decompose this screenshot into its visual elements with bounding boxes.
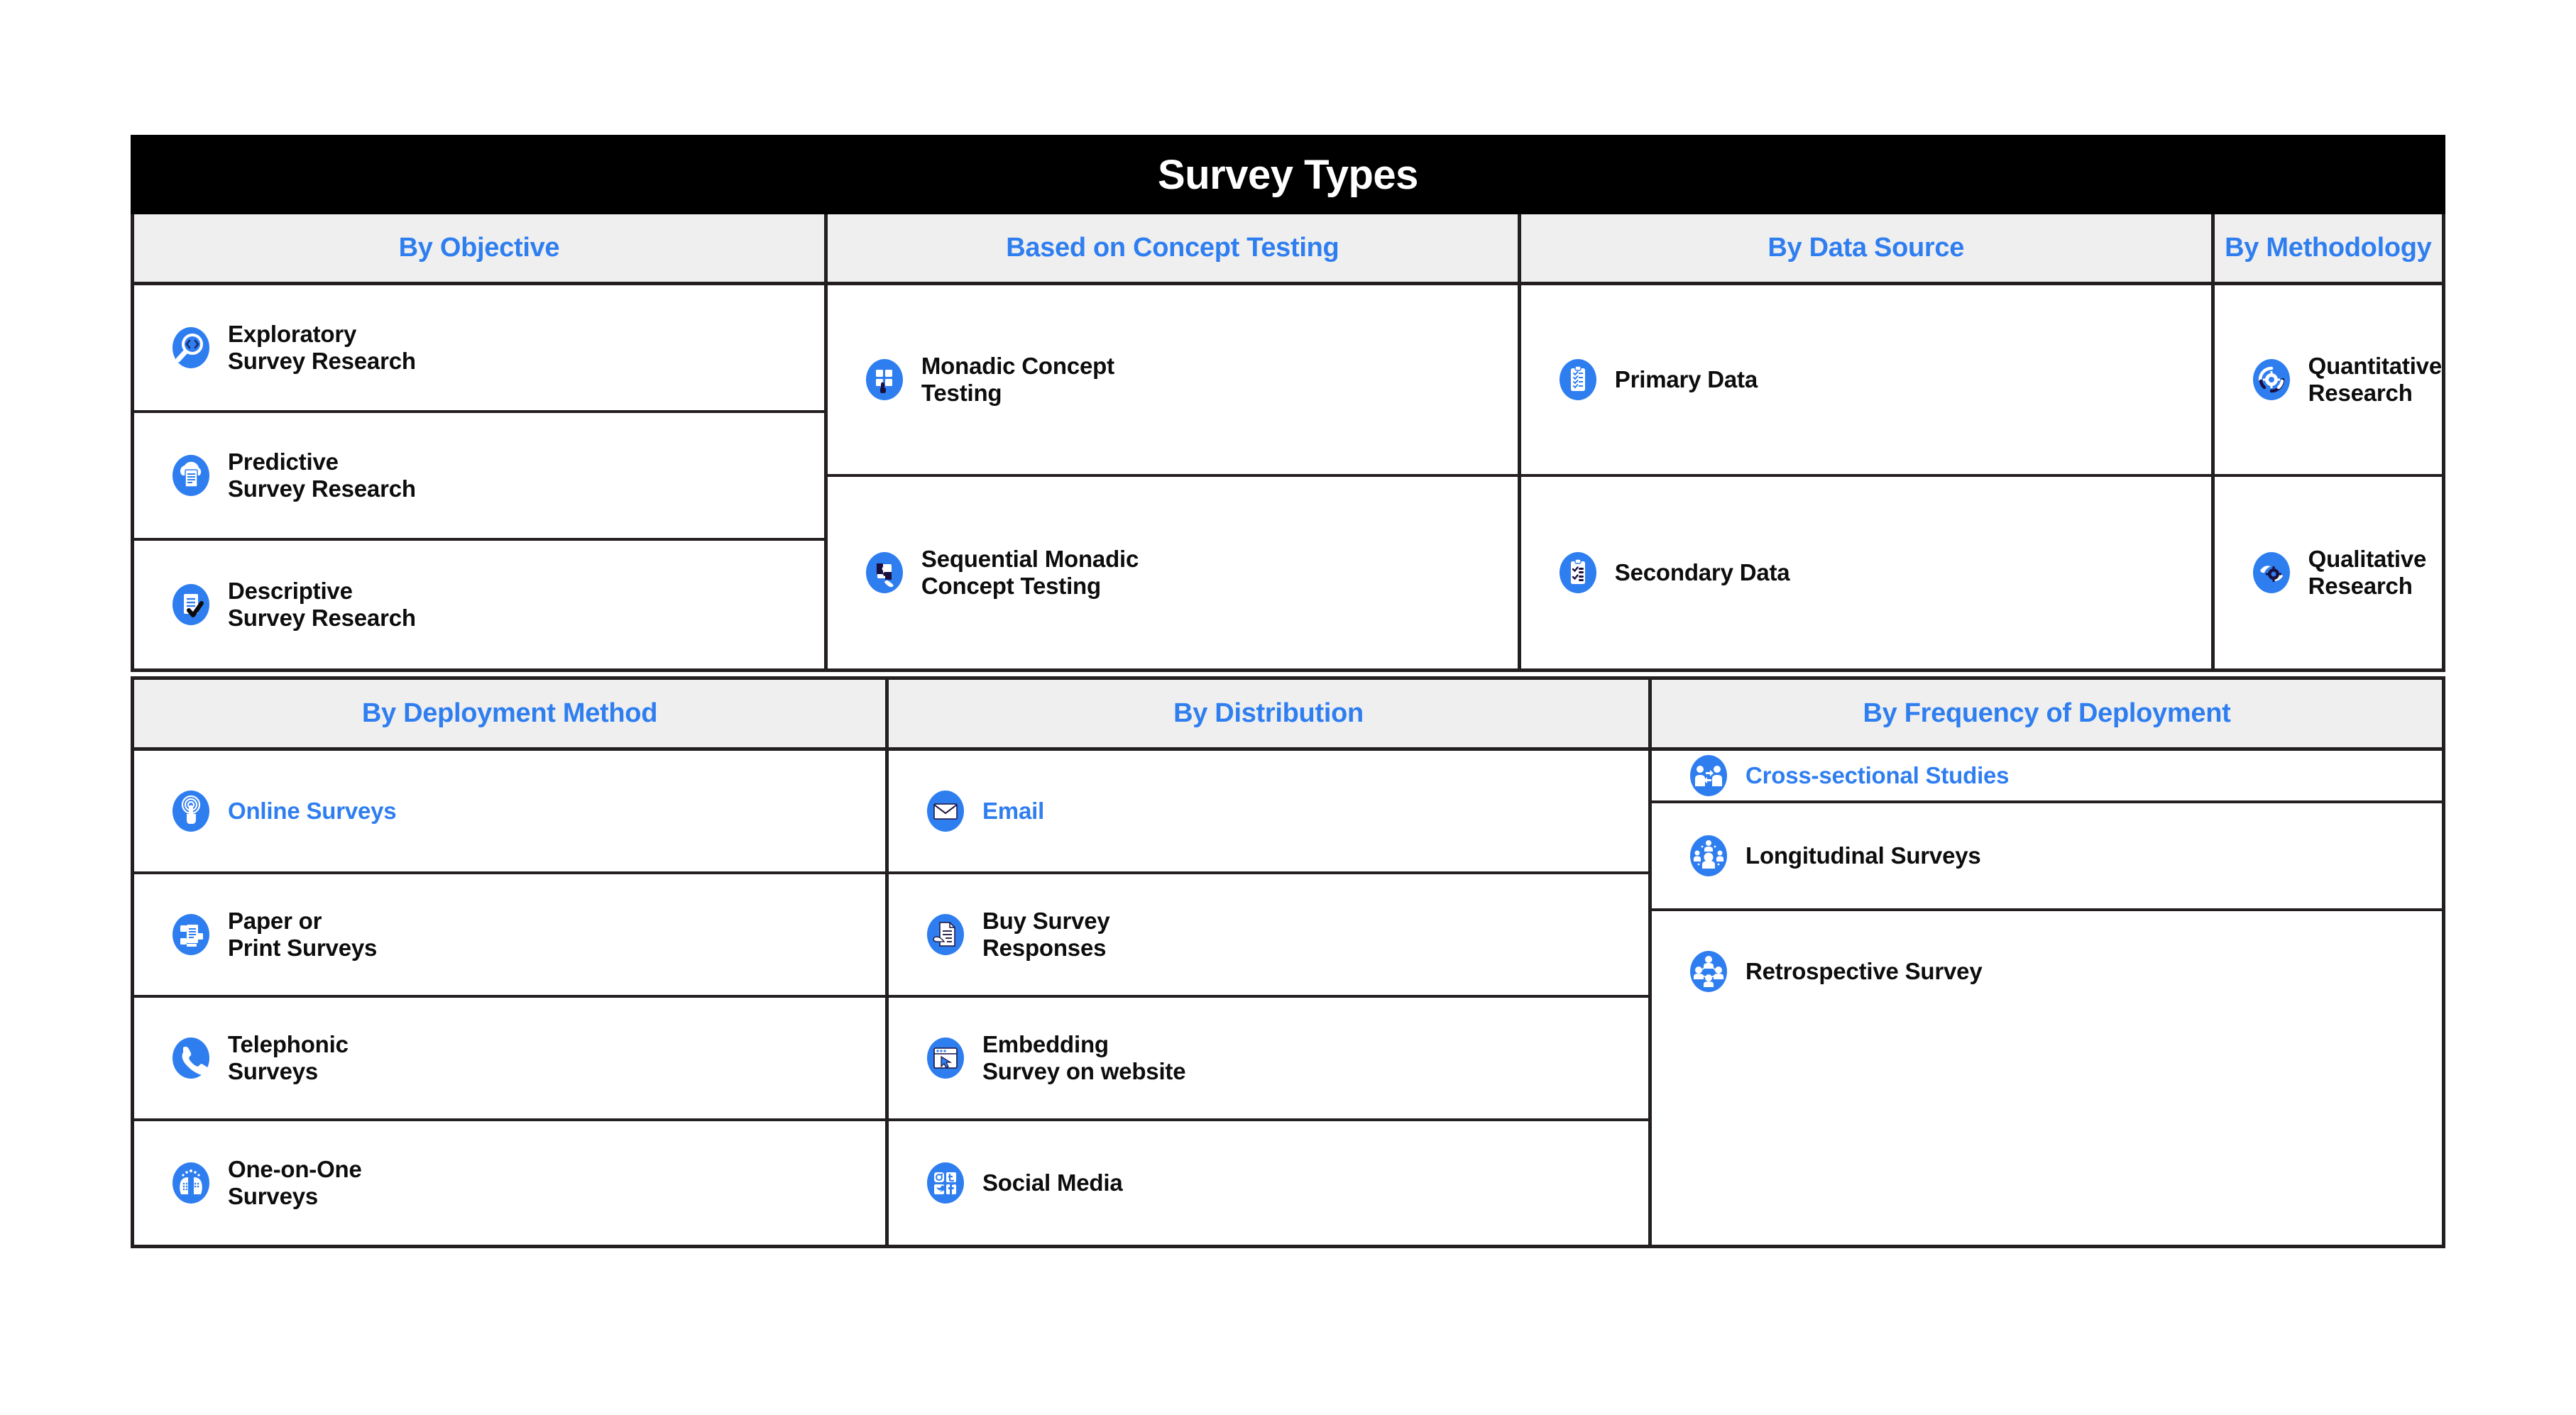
list-item[interactable]: Monadic Concept Testing [827,285,1518,477]
magnifier-code-icon [170,326,212,369]
column-items: Cross-sectional Studies Longitudinal Sur… [1652,751,2442,1245]
bottom-section: By Deployment Method Online Surveys Pape… [131,676,2445,1248]
telephone-icon [170,1037,212,1079]
list-item[interactable]: Quantitative Research [2214,285,2443,477]
document-hand-icon [924,913,967,956]
gear-circle-icon [2250,358,2293,401]
list-item-label: Online Surveys [228,797,397,824]
column-by-deployment-method: By Deployment Method Online Surveys Pape… [134,680,889,1245]
list-item-label: Primary Data [1614,365,1758,392]
list-item[interactable]: One-on-One Surveys [134,1121,885,1245]
list-item-label: Predictive Survey Research [228,448,416,502]
list-item[interactable]: Secondary Data [1520,477,2211,668]
list-item-label: Buy Survey Responses [982,907,1110,961]
list-item-label: Longitudinal Surveys [1745,842,1981,869]
column-by-objective: By Objective Exploratory Survey Research [134,214,828,668]
column-header-by-deployment-method: By Deployment Method [134,680,885,751]
list-item[interactable]: Predictive Survey Research [134,413,824,541]
gear-hands-icon [2250,551,2293,594]
people-network-icon [1687,835,1730,877]
column-header-label: By Data Source [1767,233,1965,263]
list-item-label: Exploratory Survey Research [228,320,416,374]
list-item-label: Quantitative Research [2308,352,2443,406]
printer-paper-icon [170,913,212,956]
puzzle-hand-icon [863,551,906,594]
column-items: Monadic Concept Testing Sequential Monad… [827,285,1518,668]
list-item-label: Telephonic Surveys [228,1030,349,1084]
column-by-methodology: By Methodology Quantitative Research Qua… [2214,214,2443,668]
two-people-arrows-icon [1687,754,1730,797]
browser-cursor-icon [924,1037,967,1079]
column-header-label: By Distribution [1173,698,1364,728]
list-item[interactable]: Embedding Survey on website [889,998,1648,1121]
list-item-label: Social Media [982,1169,1123,1196]
page-title-bar: Survey Types [131,135,2445,214]
list-item[interactable]: Descriptive Survey Research [134,541,824,668]
column-header-by-frequency-of-deployment: By Frequency of Deployment [1652,680,2442,751]
list-item[interactable]: Sequential Monadic Concept Testing [827,477,1518,668]
list-item-label: Sequential Monadic Concept Testing [921,545,1139,599]
column-header-by-distribution: By Distribution [889,680,1648,751]
column-header-label: By Frequency of Deployment [1863,698,2231,728]
column-items: Exploratory Survey Research Predictive S… [134,285,824,668]
column-header-label: By Objective [398,233,560,263]
column-by-frequency-of-deployment: By Frequency of Deployment Cross-section… [1652,680,2442,1245]
column-items: Quantitative Research Qualitative Resear… [2214,285,2443,668]
list-item-label: Monadic Concept Testing [921,352,1114,406]
column-items: Primary Data Secondary Data [1520,285,2211,668]
list-item-label: Paper or Print Surveys [228,907,378,961]
column-header-label: By Methodology [2225,233,2432,263]
list-item[interactable]: Buy Survey Responses [889,874,1648,998]
list-item[interactable]: Longitudinal Surveys [1652,803,2442,911]
column-by-data-source: By Data Source Primary Data Secondary Da… [1520,214,2215,668]
column-items: Email Buy Survey Responses Embedding Sur… [889,751,1648,1245]
grid-tap-icon [863,358,906,401]
list-item[interactable]: Paper or Print Surveys [134,874,885,998]
list-item-label: Secondary Data [1614,558,1790,585]
list-item[interactable]: Cross-sectional Studies [1652,751,2442,803]
column-items: Online Surveys Paper or Print Surveys Te… [134,751,885,1245]
list-item-label: Cross-sectional Studies [1745,761,2010,788]
list-item[interactable]: Qualitative Research [2214,477,2442,668]
cloud-document-icon [170,454,212,497]
column-header-by-objective: By Objective [134,214,824,285]
column-header-by-methodology: By Methodology [2214,214,2442,285]
list-item[interactable]: Primary Data [1520,285,2211,477]
page-title: Survey Types [1158,151,1418,198]
list-item[interactable]: Exploratory Survey Research [134,285,824,413]
list-item-label: Email [982,797,1045,824]
top-section: By Objective Exploratory Survey Research [131,214,2445,672]
list-item-label: One-on-One Surveys [228,1155,362,1209]
people-group-icon [1687,950,1730,993]
column-header-based-on-concept-testing: Based on Concept Testing [827,214,1518,285]
clipboard-check-icon [1557,358,1599,401]
column-based-on-concept-testing: Based on Concept Testing Monadic Concept… [827,214,1521,668]
column-header-label: By Deployment Method [361,698,658,728]
tap-hand-icon [170,790,212,832]
two-heads-icon [170,1162,212,1204]
list-item[interactable]: Telephonic Surveys [134,998,885,1121]
list-item-label: Retrospective Survey [1745,957,1983,984]
list-item-label: Embedding Survey on website [982,1030,1186,1084]
column-header-label: Based on Concept Testing [1006,233,1339,263]
list-item[interactable]: Online Surveys [134,751,885,874]
clipboard-list-icon [1557,551,1599,594]
list-item-label: Descriptive Survey Research [228,577,416,631]
list-item[interactable]: Social Media [889,1121,1648,1245]
column-header-by-data-source: By Data Source [1520,214,2211,285]
list-item[interactable]: Email [889,751,1648,874]
column-by-distribution: By Distribution Email Buy Survey Respons… [889,680,1652,1245]
social-media-icon [924,1162,967,1204]
envelope-icon [924,790,967,832]
document-check-icon [170,583,212,626]
list-item[interactable]: Retrospective Survey [1652,911,2442,1032]
survey-types-infographic: Survey Types By Objective Exploratory Su… [131,135,2445,1248]
list-item-label: Qualitative Research [2308,545,2427,599]
